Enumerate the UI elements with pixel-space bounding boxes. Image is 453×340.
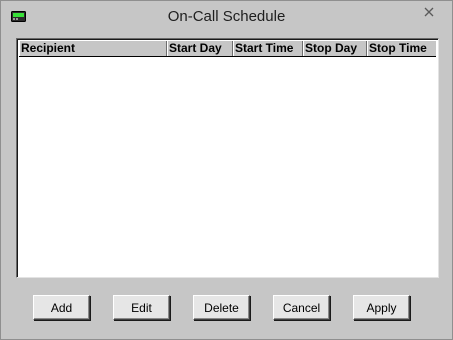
close-button[interactable] [412, 2, 446, 22]
schedule-list[interactable]: Recipient Start Day Start Time Stop Day … [16, 38, 439, 278]
column-header-stop-day[interactable]: Stop Day [303, 41, 367, 56]
column-header-start-day[interactable]: Start Day [167, 41, 233, 56]
close-icon [424, 7, 434, 17]
apply-button[interactable]: Apply [353, 295, 410, 320]
column-header-recipient[interactable]: Recipient [19, 41, 167, 56]
add-button[interactable]: Add [33, 295, 90, 320]
delete-button[interactable]: Delete [193, 295, 250, 320]
column-header-start-time[interactable]: Start Time [233, 41, 303, 56]
dialog-window: On-Call Schedule Recipient Start Day Sta… [0, 0, 453, 340]
edit-button[interactable]: Edit [113, 295, 170, 320]
column-header-stop-time[interactable]: Stop Time [367, 41, 436, 56]
list-body[interactable] [19, 57, 436, 275]
title-bar[interactable]: On-Call Schedule [1, 1, 452, 32]
window-title: On-Call Schedule [167, 8, 286, 25]
cancel-button[interactable]: Cancel [273, 295, 330, 320]
list-header: Recipient Start Day Start Time Stop Day … [19, 41, 436, 57]
